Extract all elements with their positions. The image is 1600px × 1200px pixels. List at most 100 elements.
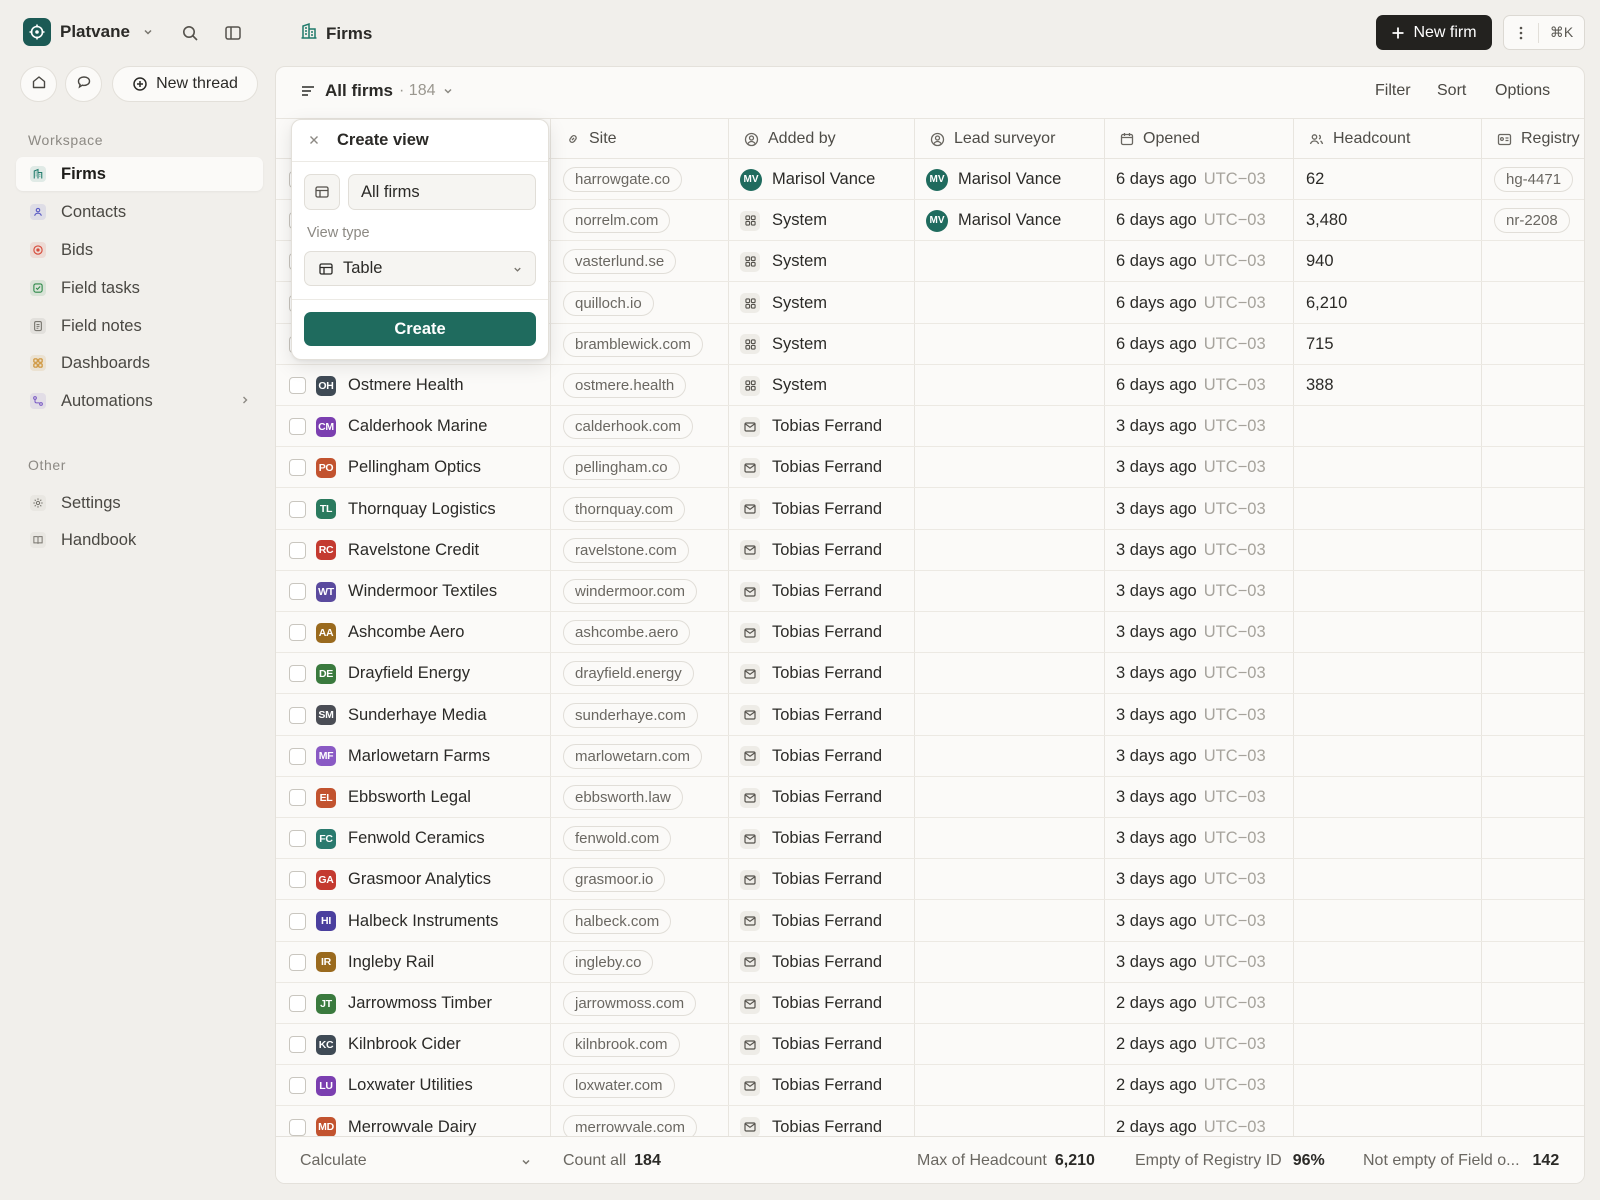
registry-cell[interactable] [1494, 777, 1584, 818]
firm-name[interactable]: Drayfield Energy [348, 664, 470, 683]
registry-cell[interactable] [1494, 818, 1584, 859]
headcount-cell[interactable] [1306, 653, 1478, 694]
table-row[interactable]: WT Windermoor Textiles windermoor.com Tobia… [276, 571, 1584, 612]
firm-name[interactable]: Thornquay Logistics [348, 500, 496, 519]
count-all-stat[interactable]: Count all 184 [563, 1137, 661, 1183]
record-cell[interactable]: MF Marlowetarn Farms [289, 736, 547, 777]
column-header-site[interactable]: Site [550, 119, 728, 159]
site-link[interactable]: ingleby.co [563, 949, 654, 975]
row-checkbox[interactable] [289, 912, 306, 930]
column-header-registry[interactable]: Registry [1481, 119, 1584, 159]
sidebar-item-dashboards[interactable]: Dashboards [16, 346, 263, 380]
headcount-cell[interactable] [1306, 1065, 1478, 1106]
lead-surveyor-cell[interactable] [926, 777, 1102, 818]
not-empty-field-stat[interactable]: Not empty of Field o... 142 [1363, 1137, 1559, 1183]
site-link[interactable]: sunderhaye.com [563, 702, 698, 728]
firm-name[interactable]: Fenwold Ceramics [348, 829, 485, 848]
table-row[interactable]: EL Ebbsworth Legal ebbsworth.law Tobias Fer… [276, 777, 1584, 818]
command-palette-shortcut[interactable]: ⌘K [1539, 24, 1584, 41]
site-cell[interactable]: jarrowmoss.com [563, 983, 728, 1024]
firm-name[interactable]: Sunderhaye Media [348, 706, 487, 725]
lead-surveyor-cell[interactable] [926, 859, 1102, 900]
firm-name[interactable]: Ravelstone Credit [348, 541, 479, 560]
site-link[interactable]: bramblewick.com [563, 331, 703, 357]
headcount-cell[interactable]: 715 [1306, 324, 1478, 365]
headcount-cell[interactable] [1306, 736, 1478, 777]
firm-name[interactable]: Ebbsworth Legal [348, 788, 471, 807]
site-cell[interactable]: sunderhaye.com [563, 695, 728, 736]
site-link[interactable]: ashcombe.aero [563, 620, 691, 646]
row-checkbox[interactable] [289, 377, 306, 394]
site-link[interactable]: thornquay.com [563, 496, 686, 522]
record-cell[interactable]: WT Windermoor Textiles [289, 571, 547, 612]
table-row[interactable]: LU Loxwater Utilities loxwater.com Tobias F… [276, 1065, 1584, 1107]
headcount-cell[interactable] [1306, 942, 1478, 983]
site-link[interactable]: drayfield.energy [563, 661, 694, 687]
row-checkbox[interactable] [289, 995, 306, 1012]
record-cell[interactable]: DE Drayfield Energy [289, 653, 547, 694]
site-link[interactable]: pellingham.co [563, 455, 680, 481]
row-checkbox[interactable] [289, 1118, 306, 1136]
lead-surveyor-cell[interactable] [926, 695, 1102, 736]
sidebar-item-contacts[interactable]: Contacts [16, 195, 263, 229]
firm-name[interactable]: Halbeck Instruments [348, 912, 498, 931]
workspace-switcher[interactable]: Platvane [23, 18, 154, 46]
record-cell[interactable]: PO Pellingham Optics [289, 447, 547, 488]
table-row[interactable]: JT Jarrowmoss Timber jarrowmoss.com Tobias … [276, 983, 1584, 1024]
registry-cell[interactable] [1494, 241, 1584, 282]
site-cell[interactable]: quilloch.io [563, 283, 728, 324]
registry-cell[interactable] [1494, 901, 1584, 942]
chat-button[interactable] [65, 66, 102, 102]
site-link[interactable]: jarrowmoss.com [563, 991, 697, 1016]
more-vertical-icon[interactable] [1504, 26, 1538, 40]
record-cell[interactable]: EL Ebbsworth Legal [289, 777, 547, 818]
headcount-cell[interactable] [1306, 983, 1478, 1024]
registry-cell[interactable] [1494, 365, 1584, 406]
site-link[interactable]: grasmoor.io [563, 867, 666, 893]
table-row[interactable]: RC Ravelstone Credit ravelstone.com Tobias … [276, 530, 1584, 571]
table-row[interactable]: CM Calderhook Marine calderhook.com Tobias … [276, 406, 1584, 448]
table-row[interactable]: PO Pellingham Optics pellingham.co Tobias F… [276, 447, 1584, 489]
home-button[interactable] [20, 66, 57, 102]
table-row[interactable]: DE Drayfield Energy drayfield.energy Tobias… [276, 653, 1584, 695]
view-icon-picker[interactable] [304, 174, 340, 210]
site-cell[interactable]: drayfield.energy [563, 653, 728, 694]
lead-surveyor-cell[interactable] [926, 818, 1102, 859]
table-row[interactable]: MF Marlowetarn Farms marlowetarn.com Tobias… [276, 736, 1584, 777]
site-link[interactable]: ostmere.health [563, 373, 687, 398]
headcount-cell[interactable] [1306, 447, 1478, 488]
record-cell[interactable]: JT Jarrowmoss Timber [289, 983, 547, 1024]
site-link[interactable]: harrowgate.co [563, 167, 683, 192]
firm-name[interactable]: Jarrowmoss Timber [348, 994, 492, 1013]
view-name-input[interactable] [348, 174, 536, 210]
lead-surveyor-cell[interactable] [926, 365, 1102, 406]
table-row[interactable]: GA Grasmoor Analytics grasmoor.io Tobias Fe… [276, 859, 1584, 901]
registry-cell[interactable] [1494, 695, 1584, 736]
firm-name[interactable]: Calderhook Marine [348, 417, 487, 436]
registry-cell[interactable] [1494, 571, 1584, 612]
site-cell[interactable]: harrowgate.co [563, 159, 728, 200]
record-cell[interactable]: KC Kilnbrook Cider [289, 1024, 547, 1065]
new-thread-button[interactable]: New thread [112, 66, 258, 102]
site-link[interactable]: calderhook.com [563, 414, 693, 440]
site-cell[interactable]: ravelstone.com [563, 530, 728, 571]
headcount-cell[interactable]: 940 [1306, 241, 1478, 282]
site-link[interactable]: fenwold.com [563, 826, 672, 852]
table-row[interactable]: TL Thornquay Logistics thornquay.com Tobias… [276, 489, 1584, 530]
column-header-lead-surveyor[interactable]: Lead surveyor [914, 119, 1104, 159]
row-checkbox[interactable] [289, 541, 306, 559]
lead-surveyor-cell[interactable] [926, 942, 1102, 983]
headcount-cell[interactable] [1306, 530, 1478, 571]
options-button[interactable]: Options [1495, 82, 1550, 100]
site-link[interactable]: loxwater.com [563, 1073, 675, 1099]
registry-cell[interactable]: hg-4471 [1494, 159, 1584, 200]
lead-surveyor-cell[interactable] [926, 1065, 1102, 1106]
sidebar-item-handbook[interactable]: Handbook [16, 523, 263, 557]
headcount-cell[interactable]: 6,210 [1306, 283, 1478, 324]
row-checkbox[interactable] [289, 583, 306, 600]
record-cell[interactable]: CM Calderhook Marine [289, 406, 547, 447]
record-cell[interactable]: TL Thornquay Logistics [289, 489, 547, 530]
sidebar-item-settings[interactable]: Settings [16, 486, 263, 520]
site-link[interactable]: ravelstone.com [563, 537, 689, 563]
site-cell[interactable]: halbeck.com [563, 901, 728, 942]
